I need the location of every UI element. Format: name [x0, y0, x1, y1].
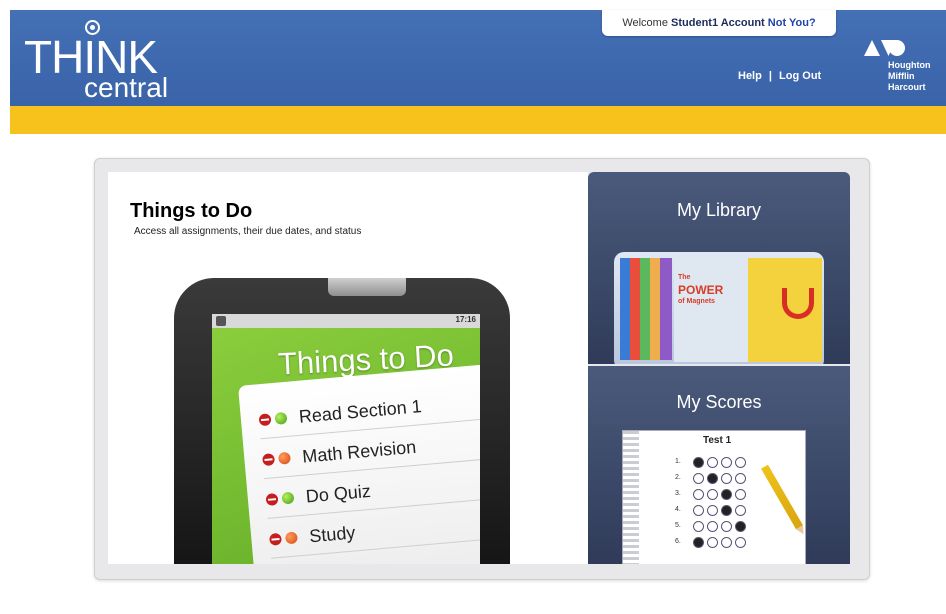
thinkcentral-logo[interactable]: THINK central: [24, 16, 184, 106]
book-title: The POWER of Magnets: [678, 272, 723, 308]
magnet-icon: [782, 288, 814, 319]
book-title-line-3: of Magnets: [678, 298, 715, 305]
remove-icon: [269, 532, 283, 546]
magnets-book: The POWER of Magnets: [674, 258, 822, 362]
answer-sheet-title: Test 1: [703, 435, 732, 446]
status-green-icon: [274, 411, 288, 425]
welcome-username: Student1 Account: [671, 17, 765, 29]
book-spine: [630, 258, 640, 360]
phone-status-bar: 17:16: [212, 314, 480, 328]
accent-stripe: [10, 106, 946, 134]
my-library-tile[interactable]: My Library The POWER of Magnets: [588, 172, 850, 364]
hmh-line-3: Harcourt: [888, 82, 926, 92]
list-item-label: Do Quiz: [305, 480, 372, 507]
welcome-prefix: Welcome: [622, 17, 672, 29]
hmh-logo: Houghton Mifflin Harcourt: [856, 38, 942, 110]
phone-speaker: [328, 278, 406, 296]
remove-icon: [262, 453, 276, 467]
library-books-image: The POWER of Magnets: [614, 252, 824, 364]
answer-row-number: 2.: [675, 474, 681, 481]
not-you-link[interactable]: Not You?: [768, 17, 816, 29]
remove-icon: [258, 413, 272, 427]
book-spine: [640, 258, 650, 360]
my-scores-tile[interactable]: My Scores Test 1 1. 2. 3. 4. 5. 6.: [588, 366, 850, 564]
my-scores-heading: My Scores: [676, 392, 762, 412]
help-link[interactable]: Help: [738, 70, 762, 82]
answer-row-number: 5.: [675, 522, 681, 529]
answer-row: 3.: [675, 489, 785, 501]
things-to-do-tile[interactable]: Things to Do Access all assignments, the…: [108, 172, 588, 564]
list-item-label: Study: [308, 522, 357, 547]
my-library-heading: My Library: [676, 200, 761, 220]
spiral-binding: [623, 431, 639, 564]
phone-time: 17:16: [455, 315, 476, 324]
hmh-line-2: Mifflin: [888, 71, 915, 81]
answer-row-number: 6.: [675, 538, 681, 545]
status-orange-icon: [284, 531, 298, 545]
status-orange-icon: [277, 451, 291, 465]
help-logout-bar: Help | Log Out: [736, 70, 823, 82]
book-spine: [650, 258, 660, 360]
help-separator: |: [768, 70, 772, 82]
answer-row-number: 4.: [675, 506, 681, 513]
things-to-do-heading: Things to Do: [130, 200, 253, 222]
answer-row: 4.: [675, 505, 785, 517]
header-bar: THINK central Welcome Student1 Account N…: [10, 10, 946, 106]
phone-illustration: 17:16 Things to Do Read Section 1 Math R…: [174, 278, 510, 564]
status-green-icon: [281, 491, 295, 505]
list-item-label: Read Section 1: [298, 396, 423, 427]
book-spine: [620, 258, 630, 360]
book-spine: [660, 258, 672, 360]
logout-link[interactable]: Log Out: [779, 70, 821, 82]
signal-icon: [216, 316, 226, 326]
answer-row: 5.: [675, 521, 785, 533]
answer-row: 6.: [675, 537, 785, 549]
book-title-line-2: POWER: [678, 283, 724, 297]
things-to-do-description: Access all assignments, their due dates,…: [134, 226, 362, 237]
remove-icon: [265, 492, 279, 506]
logo-central-text: central: [84, 72, 169, 103]
answer-row-number: 1.: [675, 458, 681, 465]
hmh-marks-icon: [864, 40, 905, 56]
phone-screen: 17:16 Things to Do Read Section 1 Math R…: [212, 314, 480, 564]
list-item-label: Math Revision: [301, 436, 417, 467]
todo-list: Read Section 1 Math Revision Do Quiz Stu…: [238, 363, 480, 564]
welcome-box: Welcome Student1 Account Not You?: [602, 10, 836, 36]
hmh-line-1: Houghton: [888, 60, 931, 70]
answer-row-number: 3.: [675, 490, 681, 497]
